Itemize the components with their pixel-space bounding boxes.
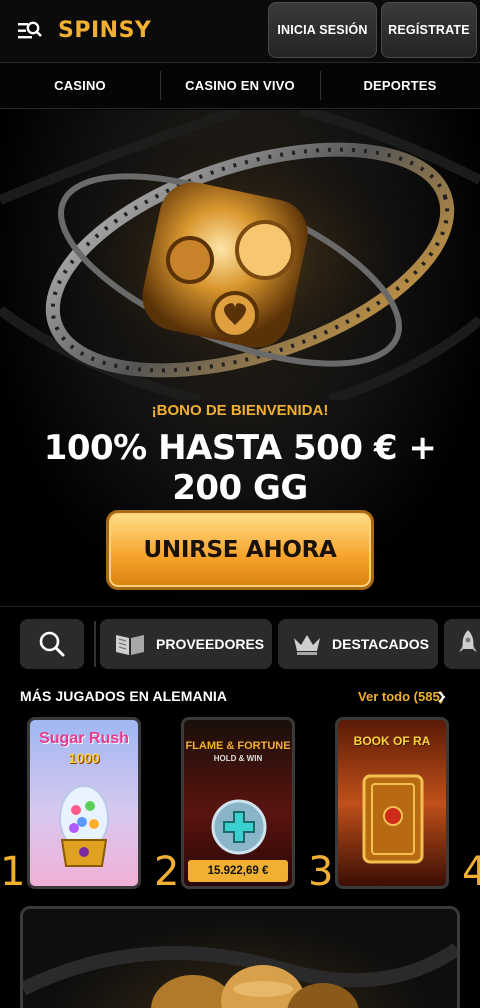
game-subtitle: HOLD & WIN (213, 754, 263, 763)
chip-featured[interactable]: DESTACADOS (278, 619, 438, 669)
main-nav: CASINO CASINO EN VIVO DEPORTES (0, 62, 480, 109)
game-subtitle: 1000 (68, 750, 100, 766)
rank-number: 4 (462, 849, 480, 895)
filter-divider (94, 621, 96, 667)
rank-number: 2 (154, 849, 180, 895)
jackpot-amount: 15.922,69 € (188, 860, 288, 882)
game-tile-flame-fortune[interactable]: FLAME & FORTUNE HOLD & WIN 15.922,69 € (181, 717, 295, 889)
chevron-right-icon (438, 691, 446, 703)
search-icon (39, 631, 65, 657)
coin-art (211, 799, 267, 855)
rank-number: 1 (0, 849, 26, 895)
chip-featured-label: DESTACADOS (332, 636, 429, 652)
chip-providers-label: PROVEEDORES (156, 636, 265, 652)
bonus-label: ¡BONO DE BIENVENIDA! (151, 402, 329, 419)
header: SPINSY INICIA SESIÓN REGÍSTRATE (0, 0, 480, 62)
nav-casino[interactable]: CASINO (0, 63, 160, 108)
game-tile-sugar-rush[interactable]: Sugar Rush 1000 (27, 717, 141, 889)
chip-providers[interactable]: PROVEEDORES (100, 619, 272, 669)
book-icon (116, 635, 144, 655)
login-button[interactable]: INICIA SESIÓN (268, 2, 377, 58)
register-button[interactable]: REGÍSTRATE (381, 2, 477, 58)
game-title: BOOK OF RA (353, 734, 431, 748)
rocket-icon (459, 630, 477, 652)
logo[interactable]: SPINSY (58, 18, 151, 43)
see-all-link[interactable]: Ver todo (585) (358, 689, 444, 704)
game-title: Sugar Rush (39, 730, 129, 747)
hero-banner: ¡BONO DE BIENVENIDA! 100% HASTA 500 € + … (0, 110, 480, 605)
nav-sports[interactable]: DEPORTES (320, 63, 480, 108)
filter-bar: PROVEEDORES DESTACADOS (0, 606, 480, 680)
search-button[interactable] (20, 619, 84, 669)
bonus-title: 100% HASTA 500 € + 200 GG (43, 428, 437, 508)
promo-eggs-art (23, 943, 457, 1008)
hero-dice-illustration (0, 110, 480, 400)
game-title: FLAME & FORTUNE (185, 740, 291, 752)
chip-new[interactable] (444, 619, 480, 669)
rank-number: 3 (308, 849, 334, 895)
book-art (362, 774, 424, 864)
section-title: MÁS JUGADOS EN ALEMANIA (20, 688, 228, 704)
join-now-button[interactable]: UNIRSE AHORA (106, 510, 374, 590)
nav-live-casino[interactable]: CASINO EN VIVO (160, 63, 320, 108)
menu-search-icon[interactable] (18, 20, 42, 42)
crown-icon (294, 635, 320, 655)
promo-banner[interactable] (20, 906, 460, 1008)
candy-egg-art (59, 785, 109, 867)
game-tile-book-of-ra[interactable]: BOOK OF RA (335, 717, 449, 889)
